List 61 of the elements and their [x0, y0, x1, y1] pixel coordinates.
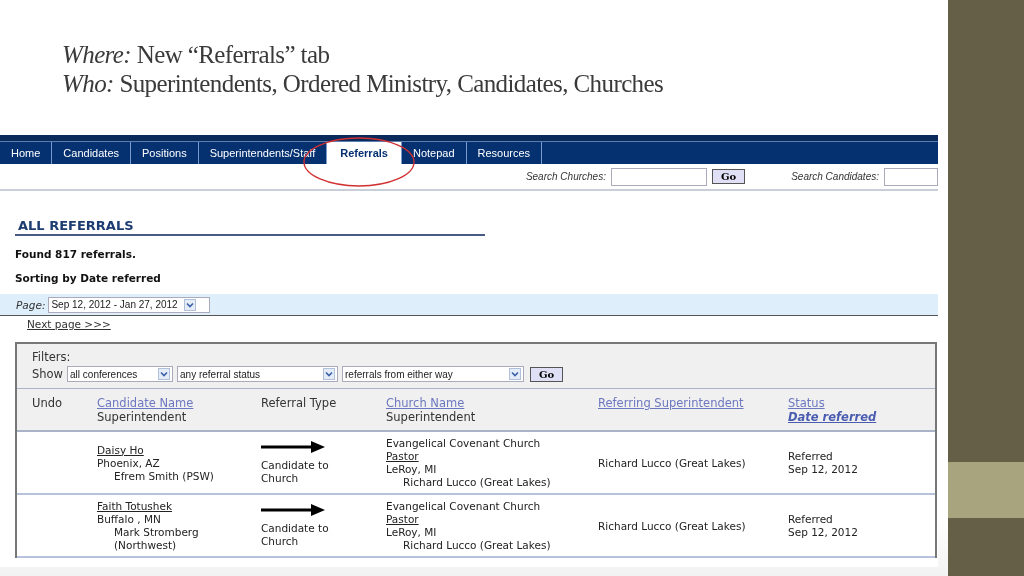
column-sort-link[interactable]: Candidate Name — [97, 396, 194, 410]
page-select[interactable]: Sep 12, 2012 - Jan 27, 2012 — [48, 296, 211, 313]
column-sort-link[interactable]: Status — [788, 396, 825, 410]
church-name: Evangelical Covenant Church — [386, 437, 541, 450]
referral-status: Referred — [788, 450, 833, 463]
search-field[interactable] — [884, 167, 938, 186]
nav-tab[interactable]: Notepad — [401, 142, 467, 164]
church-location: LeRoy, MI — [386, 463, 437, 476]
church-location: LeRoy, MI — [386, 526, 437, 539]
profile-link[interactable]: Daisy Ho — [97, 443, 144, 457]
candidate-location: Buffalo , MN — [97, 513, 161, 526]
dropdown-arrow-icon — [158, 368, 171, 380]
column-header: Superintendent — [97, 410, 187, 424]
position-link[interactable]: Pastor — [386, 513, 419, 526]
search-field[interactable] — [610, 167, 707, 186]
position-link[interactable]: Pastor — [386, 450, 419, 463]
column-sort-link[interactable]: Referring Superintendent — [598, 396, 744, 410]
arrow-icon — [261, 441, 325, 453]
date-referred: Sep 12, 2012 — [788, 463, 858, 476]
candidate-location: Phoenix, AZ — [97, 456, 160, 470]
sort-info: Sorting by Date referred — [15, 272, 161, 284]
referring-superintendent: Richard Lucco (Great Lakes) — [598, 456, 746, 470]
filters-label: Filters: — [32, 350, 71, 364]
nav-tab[interactable]: Resources — [466, 142, 543, 164]
slide-title: Where: New “Referrals” tab — [62, 40, 330, 69]
filter-select[interactable]: all conferences — [67, 366, 174, 382]
page-label: Page: — [16, 298, 46, 311]
candidate-superintendent: Mark Stromberg (Northwest) — [114, 526, 200, 552]
nav-tab[interactable]: Home — [0, 142, 53, 164]
column-header: Superintendent — [386, 410, 476, 424]
date-referred: Sep 12, 2012 — [788, 526, 858, 539]
candidate-superintendent: Efrem Smith (PSW) — [114, 469, 214, 483]
dropdown-arrow-icon — [509, 368, 522, 380]
nav-tab[interactable]: Candidates — [52, 142, 131, 164]
search-label: Search Churches: — [525, 171, 606, 182]
show-label: Show — [32, 367, 64, 381]
search-label: Search Candidates: — [791, 171, 879, 182]
nav-tab[interactable]: Referrals — [327, 142, 402, 164]
church-superintendent: Richard Lucco (Great Lakes) — [403, 539, 551, 552]
slide-title: Who: Superintendents, Ordered Ministry, Candidates, Churches — [62, 69, 664, 98]
referral-type: Candidate to Church — [261, 459, 330, 485]
arrow-icon — [261, 504, 325, 516]
referring-superintendent: Richard Lucco (Great Lakes) — [598, 519, 746, 533]
church-name: Evangelical Covenant Church — [386, 500, 541, 513]
page-heading: ALL REFERRALS — [15, 218, 485, 236]
nav-tab[interactable]: Positions — [131, 142, 199, 164]
column-header: Undo — [32, 396, 63, 410]
profile-link[interactable]: Faith Totushek — [97, 500, 173, 513]
filter-select[interactable]: referrals from either way — [342, 366, 525, 382]
referral-type: Candidate to Church — [261, 522, 330, 548]
column-header: Referral Type — [261, 396, 337, 410]
next-page-link[interactable]: Next page >>> — [27, 318, 111, 330]
dropdown-arrow-icon — [323, 368, 336, 380]
column-sort-link[interactable]: Church Name — [386, 396, 465, 410]
church-superintendent: Richard Lucco (Great Lakes) — [403, 476, 551, 489]
filter-select[interactable]: any referral status — [177, 366, 339, 382]
referral-status: Referred — [788, 513, 833, 526]
result-count: Found 817 referrals. — [15, 248, 136, 260]
go-button[interactable]: Go — [530, 366, 564, 382]
go-button[interactable]: Go — [711, 169, 746, 184]
column-sort-link[interactable]: Date referred — [788, 410, 877, 424]
